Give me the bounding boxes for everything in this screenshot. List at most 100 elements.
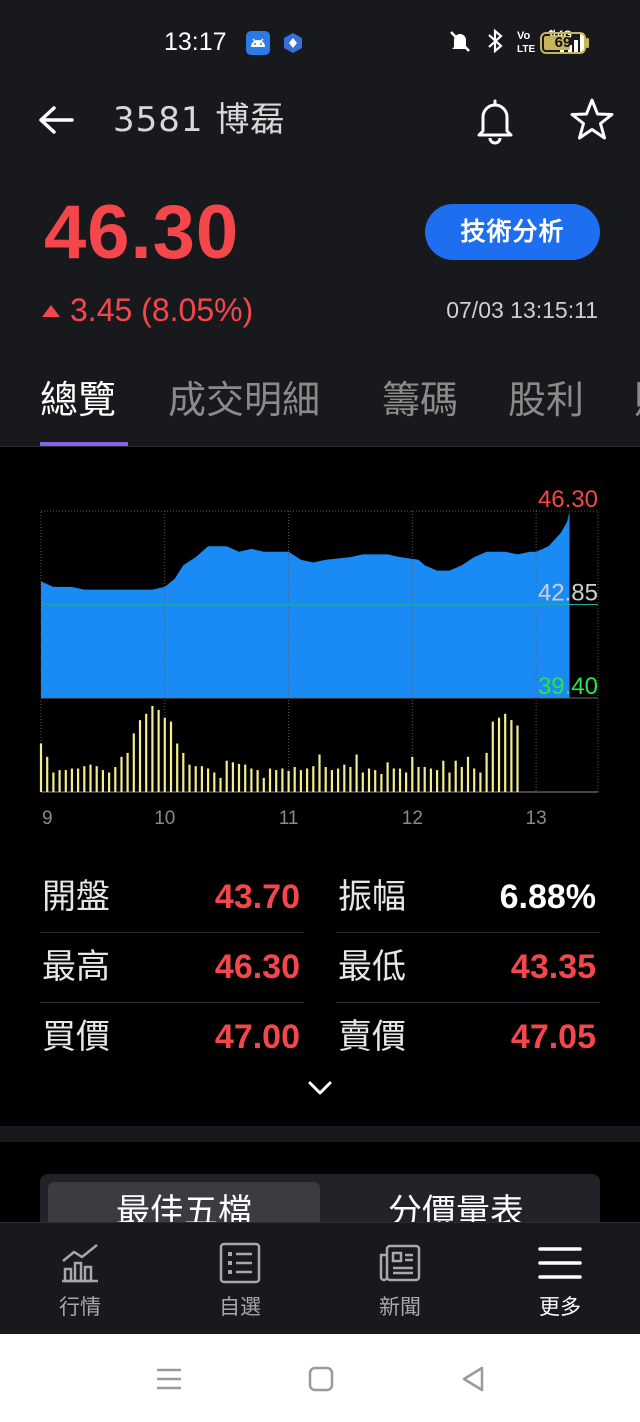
y-ref-label: 42.85 bbox=[538, 580, 598, 607]
bid-value: 47.00 bbox=[214, 1018, 300, 1056]
volume-bar bbox=[114, 767, 117, 792]
volume-bar bbox=[510, 720, 513, 792]
menu-icon bbox=[538, 1247, 582, 1279]
star-icon bbox=[570, 98, 614, 140]
volume-bar bbox=[89, 764, 92, 792]
tab-dividend[interactable]: 股利 bbox=[508, 376, 584, 424]
volume-bar bbox=[126, 752, 129, 792]
volume-bar bbox=[268, 768, 272, 792]
volume-bar bbox=[473, 768, 476, 792]
nav-more-label: 更多 bbox=[539, 1295, 581, 1319]
technical-analysis-button[interactable]: 技術分析 bbox=[425, 204, 600, 260]
favorite-button[interactable] bbox=[566, 95, 618, 147]
up-triangle-icon bbox=[42, 305, 60, 317]
x-tick-label: 11 bbox=[279, 808, 299, 829]
volume-bar bbox=[343, 764, 346, 792]
tab-trade-details[interactable]: 成交明細 bbox=[168, 376, 320, 424]
volume-bar bbox=[405, 772, 408, 792]
low-label: 最低 bbox=[338, 947, 406, 987]
watchlist-icon bbox=[219, 1242, 261, 1284]
volume-bar bbox=[386, 762, 389, 792]
stat-low: 最低 43.35 bbox=[338, 932, 596, 1002]
volume-bar bbox=[318, 754, 321, 792]
home-icon[interactable] bbox=[306, 1364, 336, 1394]
volume-bar bbox=[151, 706, 154, 792]
volume-bar bbox=[448, 772, 451, 792]
bell-icon bbox=[477, 99, 513, 145]
nav-market-label: 行情 bbox=[59, 1295, 101, 1319]
volume-bar bbox=[176, 743, 179, 792]
open-label: 開盤 bbox=[42, 877, 110, 917]
volume-bar bbox=[169, 721, 173, 792]
stat-high: 最高 46.30 bbox=[42, 932, 300, 1002]
battery-tip bbox=[586, 38, 589, 48]
volume-bar bbox=[58, 770, 61, 792]
volume-bar bbox=[194, 766, 197, 792]
volume-bar bbox=[374, 770, 377, 792]
volume-bar bbox=[312, 766, 315, 792]
nav-news[interactable]: 新聞 bbox=[340, 1223, 460, 1335]
volume-bar bbox=[207, 768, 210, 792]
y-low-label: 39.40 bbox=[538, 673, 598, 700]
volume-bar bbox=[337, 768, 340, 792]
nav-watchlist-label: 自選 bbox=[219, 1295, 261, 1319]
volume-bar bbox=[436, 770, 439, 792]
volume-bar bbox=[225, 760, 228, 792]
status-bar: 13:17 Vo LTE ⇅4G 69 bbox=[0, 0, 640, 86]
volume-bar bbox=[70, 768, 73, 792]
y-high-label: 46.30 bbox=[538, 486, 598, 513]
news-icon bbox=[379, 1244, 421, 1282]
volte-icon: Vo LTE bbox=[517, 30, 535, 55]
x-tick-label: 12 bbox=[402, 808, 423, 829]
app-shield-icon bbox=[281, 31, 305, 55]
header-divider bbox=[0, 446, 640, 447]
recents-icon[interactable] bbox=[154, 1364, 184, 1394]
volume-bar bbox=[200, 766, 203, 792]
android-app-icon bbox=[246, 31, 270, 55]
volume-bar bbox=[479, 772, 482, 792]
stat-bid: 買價 47.00 bbox=[42, 1002, 300, 1072]
current-price: 46.30 bbox=[44, 190, 240, 275]
tab-overview[interactable]: 總覽 bbox=[40, 376, 116, 424]
volume-bar bbox=[108, 772, 111, 792]
volume-bar bbox=[275, 770, 278, 792]
bottom-navigation: 行情 自選 新聞 更多 bbox=[0, 1222, 640, 1334]
volume-bar bbox=[101, 770, 104, 792]
back-nav-icon[interactable] bbox=[458, 1364, 488, 1394]
volume-bar bbox=[516, 725, 519, 792]
nav-market[interactable]: 行情 bbox=[20, 1223, 140, 1335]
volume-bar bbox=[442, 760, 445, 792]
x-tick-label: 9 bbox=[42, 808, 53, 829]
nav-more[interactable]: 更多 bbox=[500, 1223, 620, 1335]
back-button[interactable] bbox=[34, 98, 78, 142]
volume-bar bbox=[39, 743, 43, 792]
volume-bar bbox=[145, 713, 148, 792]
volume-bar bbox=[417, 767, 420, 792]
tab-chips[interactable]: 籌碼 bbox=[382, 376, 458, 424]
tab-best-five[interactable]: 最佳五檔 bbox=[48, 1182, 320, 1222]
volume-bar bbox=[64, 770, 67, 792]
volume-bar bbox=[132, 733, 135, 792]
tab-price-volume[interactable]: 分價量表 bbox=[320, 1182, 592, 1222]
x-tick-label: 13 bbox=[526, 808, 547, 829]
volume-bar bbox=[231, 762, 234, 792]
volume-bar bbox=[237, 763, 241, 792]
svg-text:LTE: LTE bbox=[517, 44, 535, 55]
volume-bar bbox=[485, 752, 488, 792]
tab-overflow[interactable]: 財 bbox=[634, 376, 640, 424]
volume-bar bbox=[120, 756, 123, 792]
volume-bar bbox=[219, 777, 222, 792]
bluetooth-icon bbox=[488, 28, 503, 54]
stat-open: 開盤 43.70 bbox=[42, 862, 300, 932]
intraday-chart[interactable]: 46.30 42.85 39.40 9 10 11 12 13 bbox=[0, 476, 640, 836]
expand-button[interactable] bbox=[304, 1074, 336, 1104]
volume-bar bbox=[392, 768, 395, 792]
volume-bar bbox=[256, 770, 259, 792]
ask-value: 47.05 bbox=[510, 1018, 596, 1056]
volume-bar bbox=[355, 754, 358, 792]
volume-bar bbox=[188, 764, 191, 792]
nav-watchlist[interactable]: 自選 bbox=[180, 1223, 300, 1335]
battery-icon: 69 bbox=[540, 32, 586, 54]
high-label: 最高 bbox=[42, 947, 110, 987]
alert-button[interactable] bbox=[470, 95, 520, 145]
